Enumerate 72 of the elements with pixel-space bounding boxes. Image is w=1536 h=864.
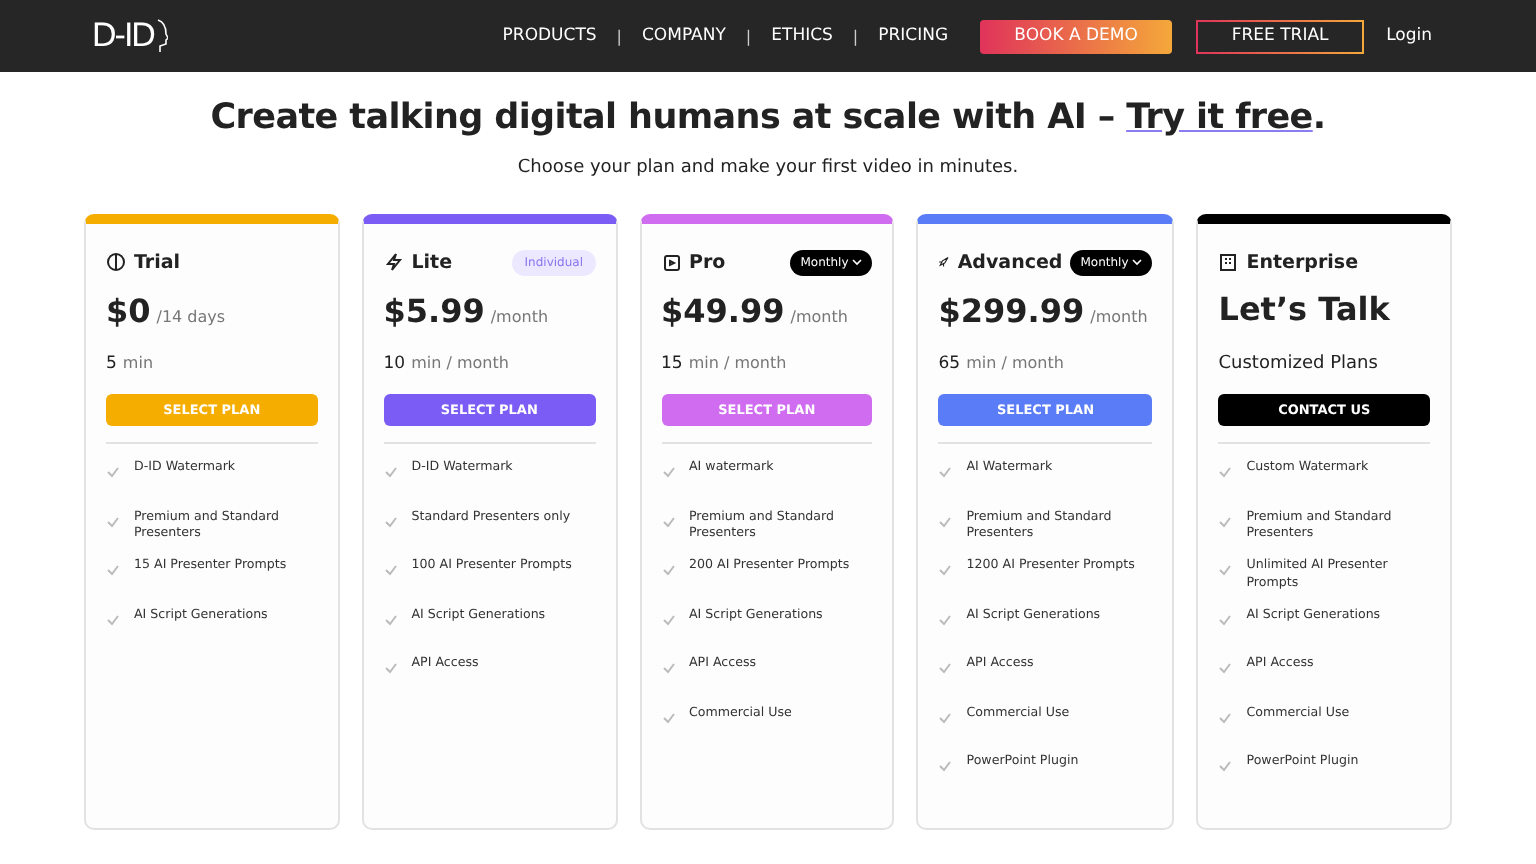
nav-separator: | [852,27,859,45]
building-icon [1218,252,1239,272]
free-trial-button[interactable]: FREE TRIAL [1196,19,1365,53]
minutes-unit: min [122,354,154,372]
check-icon [938,760,953,772]
check-icon [661,515,675,527]
check-icon [1218,711,1233,723]
price-period: /month [490,308,549,326]
check-icon [1218,515,1233,527]
plan-name: Lite [411,251,453,273]
minutes-count: 10 [383,354,406,374]
chevron-down-icon [1132,258,1143,266]
plan-name: Advanced [957,251,1063,273]
plan-subline: Customized Plans [1218,354,1380,374]
plan-price: $299.99 [938,292,1085,330]
login-link[interactable]: Login [1386,26,1432,46]
head-outline-icon [155,18,168,54]
check-icon [383,564,398,576]
check-icon [106,564,120,576]
check-icon [1218,613,1233,625]
chevron-down-icon [852,258,863,266]
nav-separator: | [616,27,622,45]
check-icon [106,613,120,625]
price-period: /month [1090,308,1148,326]
check-icon [938,711,953,723]
nav-link[interactable]: PRICING [878,26,949,46]
coin-icon [106,252,126,272]
minutes-unit: min / month [411,354,509,372]
minutes-count: 5 [106,354,117,374]
nav-link[interactable]: PRODUCTS [502,26,597,46]
check-icon [938,515,953,527]
price-period: /14 days [156,308,226,326]
plan-price: $49.99 [661,292,785,330]
check-icon [661,466,675,478]
check-icon [661,662,675,674]
try-free-link[interactable]: Try it free [1126,98,1313,138]
check-icon [938,564,953,576]
check-icon [1218,564,1233,576]
rocket-icon [938,252,950,272]
minutes-unit: min / month [688,354,787,372]
check-icon [1218,466,1233,478]
check-icon [938,662,953,674]
check-icon [661,564,675,576]
plan-headline: Let’s Talk [1218,290,1392,328]
nav-link[interactable]: ETHICS [771,26,833,46]
minutes-count: 65 [938,354,961,374]
check-icon [1218,760,1233,772]
check-icon [661,711,675,723]
plan-name: Trial [134,251,181,273]
check-icon [383,613,398,625]
plan-name: Enterprise [1246,251,1359,273]
page-subtitle: Choose your plan and make your first video in minutes. [517,158,1019,178]
check-icon [383,515,398,527]
check-icon [383,466,398,478]
check-icon [106,515,120,527]
minutes-unit: min / month [966,354,1064,372]
check-icon [661,613,675,625]
check-icon [1218,662,1233,674]
plan-price: $5.99 [383,292,485,330]
nav-separator: | [745,27,752,45]
lightning-icon [383,252,404,272]
price-period: /month [790,308,848,326]
plan-price: $0 [106,292,151,330]
plan-name: Pro [689,251,726,273]
minutes-count: 15 [661,354,683,374]
logo[interactable]: D-ID [92,16,168,56]
page-heading: Create talking digital humans at scale with AI – Try it free. [210,98,1326,138]
check-icon [106,466,120,478]
nav-link[interactable]: COMPANY [642,26,726,46]
check-icon [383,662,398,674]
check-icon [938,466,953,478]
check-icon [938,613,953,625]
